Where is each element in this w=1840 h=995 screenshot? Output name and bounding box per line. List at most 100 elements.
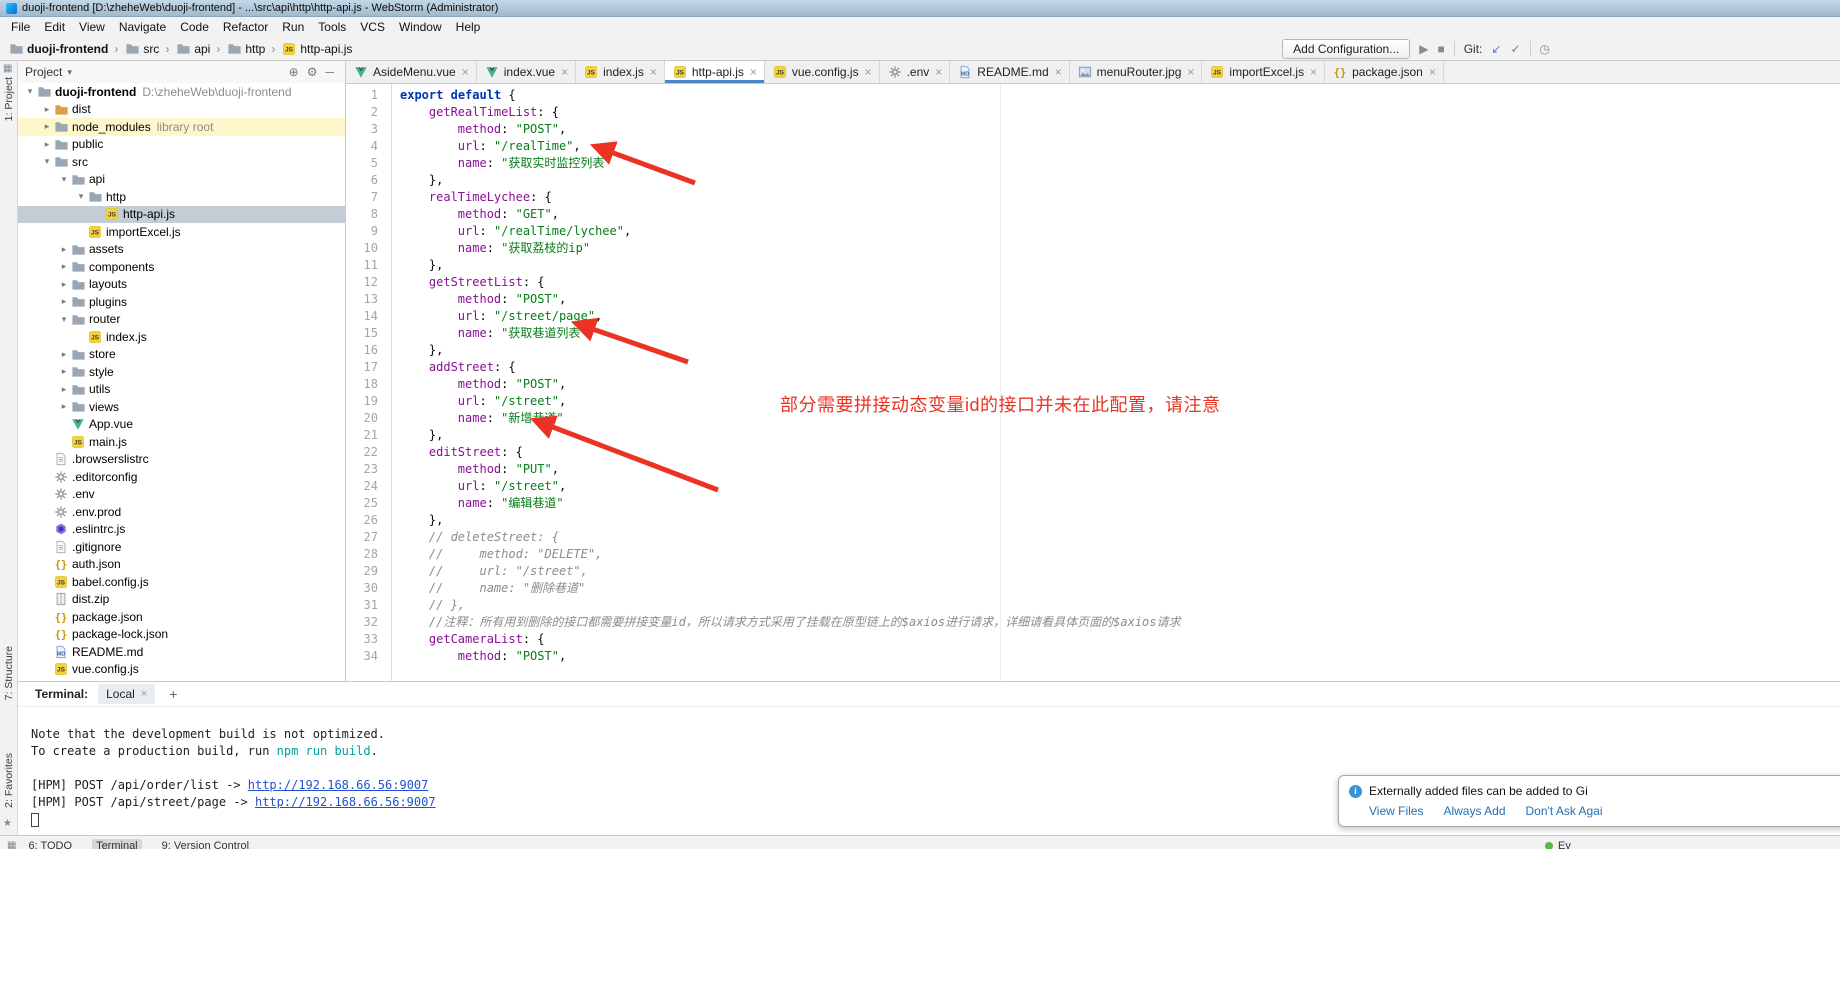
line-number[interactable]: 8 bbox=[346, 206, 378, 223]
menu-file[interactable]: File bbox=[4, 18, 37, 36]
tree-item-layouts[interactable]: ▸layouts bbox=[18, 276, 345, 294]
code-line[interactable]: getCameraList: { bbox=[400, 631, 1840, 648]
breadcrumb-item-http-api-js[interactable]: JShttp-api.js bbox=[281, 41, 352, 57]
editor-tab-env[interactable]: .env× bbox=[880, 61, 951, 83]
chevron-right-icon[interactable]: ▸ bbox=[58, 349, 70, 360]
terminal-link[interactable]: http://192.168.66.56:9007 bbox=[255, 795, 436, 809]
chevron-down-icon[interactable]: ▾ bbox=[41, 156, 53, 167]
menu-navigate[interactable]: Navigate bbox=[112, 18, 173, 36]
code-line[interactable]: // deleteStreet: { bbox=[400, 529, 1840, 546]
git-commit-icon[interactable]: ✓ bbox=[1510, 43, 1520, 55]
line-number[interactable]: 23 bbox=[346, 461, 378, 478]
line-number[interactable]: 20 bbox=[346, 410, 378, 427]
editor-tab-index-js[interactable]: JSindex.js× bbox=[576, 61, 665, 83]
code-line[interactable]: name: "获取荔枝的ip" bbox=[400, 240, 1840, 257]
tree-item-readme-md[interactable]: MDREADME.md bbox=[18, 643, 345, 661]
code-editor[interactable]: 1234567891011121314151617181920212223242… bbox=[346, 84, 1840, 681]
settings-icon[interactable]: ⚙ bbox=[303, 65, 322, 79]
tree-item-router[interactable]: ▾router bbox=[18, 311, 345, 329]
chevron-right-icon[interactable]: ▸ bbox=[58, 296, 70, 307]
close-icon[interactable]: × bbox=[141, 688, 147, 700]
close-icon[interactable]: × bbox=[1055, 65, 1062, 79]
close-icon[interactable]: × bbox=[1187, 65, 1194, 79]
code-line[interactable]: url: "/realTime/lychee", bbox=[400, 223, 1840, 240]
editor-tab-package-json[interactable]: {}package.json× bbox=[1325, 61, 1444, 83]
line-number[interactable]: 24 bbox=[346, 478, 378, 495]
tool-windows-icon[interactable]: ▦ bbox=[5, 840, 24, 849]
code-line[interactable]: // name: "删除巷道" bbox=[400, 580, 1840, 597]
tree-item-public[interactable]: ▸public bbox=[18, 136, 345, 154]
tree-item-assets[interactable]: ▸assets bbox=[18, 241, 345, 259]
line-number[interactable]: 7 bbox=[346, 189, 378, 206]
project-panel-title[interactable]: Project bbox=[25, 65, 62, 79]
code-line[interactable]: method: "POST", bbox=[400, 291, 1840, 308]
tool-button-structure[interactable]: 7: Structure bbox=[0, 646, 18, 700]
line-number[interactable]: 15 bbox=[346, 325, 378, 342]
breadcrumb-item-duoji-frontend[interactable]: duoji-frontend bbox=[8, 41, 108, 57]
menu-tools[interactable]: Tools bbox=[311, 18, 353, 36]
code-line[interactable]: // method: "DELETE", bbox=[400, 546, 1840, 563]
locate-icon[interactable]: ⊕ bbox=[285, 65, 303, 79]
tree-item-style[interactable]: ▸style bbox=[18, 363, 345, 381]
line-number[interactable]: 1 bbox=[346, 87, 378, 104]
chevron-right-icon[interactable]: ▸ bbox=[41, 139, 53, 150]
tree-item-importexcel-js[interactable]: JSimportExcel.js bbox=[18, 223, 345, 241]
menu-code[interactable]: Code bbox=[173, 18, 216, 36]
tree-item-node-modules[interactable]: ▸node_moduleslibrary root bbox=[18, 118, 345, 136]
code-line[interactable]: name: "获取巷道列表" bbox=[400, 325, 1840, 342]
tree-item-views[interactable]: ▸views bbox=[18, 398, 345, 416]
breadcrumb-item-src[interactable]: src bbox=[124, 41, 159, 57]
editor-tab-menurouter-jpg[interactable]: menuRouter.jpg× bbox=[1070, 61, 1203, 83]
editor-gutter[interactable]: 1234567891011121314151617181920212223242… bbox=[346, 84, 392, 681]
close-icon[interactable]: × bbox=[935, 65, 942, 79]
chevron-down-icon[interactable]: ▾ bbox=[58, 314, 70, 325]
tree-item-babel-config-js[interactable]: JSbabel.config.js bbox=[18, 573, 345, 591]
code-line[interactable]: getStreetList: { bbox=[400, 274, 1840, 291]
tree-item-env[interactable]: .env bbox=[18, 486, 345, 504]
editor-tab-importexcel-js[interactable]: JSimportExcel.js× bbox=[1202, 61, 1325, 83]
tree-item-package-lock-json[interactable]: {}package-lock.json bbox=[18, 626, 345, 644]
tree-item-store[interactable]: ▸store bbox=[18, 346, 345, 364]
code-line[interactable]: }, bbox=[400, 172, 1840, 189]
tree-item-gitignore[interactable]: .gitignore bbox=[18, 538, 345, 556]
tree-item-src[interactable]: ▾src bbox=[18, 153, 345, 171]
line-number[interactable]: 31 bbox=[346, 597, 378, 614]
code-line[interactable]: method: "POST", bbox=[400, 121, 1840, 138]
tree-item-main-js[interactable]: JSmain.js bbox=[18, 433, 345, 451]
editor-tab-index-vue[interactable]: index.vue× bbox=[477, 61, 576, 83]
line-number[interactable]: 13 bbox=[346, 291, 378, 308]
close-icon[interactable]: × bbox=[650, 65, 657, 79]
menu-run[interactable]: Run bbox=[275, 18, 311, 36]
code-area[interactable]: export default { getRealTimeList: { meth… bbox=[393, 84, 1840, 681]
code-line[interactable]: }, bbox=[400, 257, 1840, 274]
line-number[interactable]: 34 bbox=[346, 648, 378, 665]
code-line[interactable]: }, bbox=[400, 512, 1840, 529]
run-icon[interactable]: ▶ bbox=[1419, 43, 1428, 55]
tree-item-eslintrc-js[interactable]: .eslintrc.js bbox=[18, 521, 345, 539]
editor-tab-vue-config-js[interactable]: JSvue.config.js× bbox=[765, 61, 880, 83]
code-line[interactable]: // }, bbox=[400, 597, 1840, 614]
line-number[interactable]: 16 bbox=[346, 342, 378, 359]
chevron-right-icon[interactable]: ▸ bbox=[58, 384, 70, 395]
tree-item-http-api-js[interactable]: JShttp-api.js bbox=[18, 206, 345, 224]
line-number[interactable]: 30 bbox=[346, 580, 378, 597]
line-number[interactable]: 4 bbox=[346, 138, 378, 155]
tree-item-auth-json[interactable]: {}auth.json bbox=[18, 556, 345, 574]
code-line[interactable]: addStreet: { bbox=[400, 359, 1840, 376]
line-number[interactable]: 29 bbox=[346, 563, 378, 580]
chevron-right-icon[interactable]: ▸ bbox=[41, 121, 53, 132]
code-line[interactable]: url: "/street", bbox=[400, 478, 1840, 495]
code-line[interactable]: method: "GET", bbox=[400, 206, 1840, 223]
line-number[interactable]: 10 bbox=[346, 240, 378, 257]
code-line[interactable]: editStreet: { bbox=[400, 444, 1840, 461]
chevron-right-icon[interactable]: ▸ bbox=[58, 401, 70, 412]
close-icon[interactable]: × bbox=[462, 65, 469, 79]
close-icon[interactable]: × bbox=[750, 65, 757, 79]
menu-help[interactable]: Help bbox=[449, 18, 488, 36]
code-line[interactable]: url: "/street/page", bbox=[400, 308, 1840, 325]
tree-item-dist[interactable]: ▸dist bbox=[18, 101, 345, 119]
terminal-tab-local[interactable]: Local × bbox=[98, 684, 155, 704]
line-number[interactable]: 11 bbox=[346, 257, 378, 274]
tool-button-9-version-control[interactable]: 9: Version Control bbox=[158, 839, 253, 850]
line-number[interactable]: 21 bbox=[346, 427, 378, 444]
